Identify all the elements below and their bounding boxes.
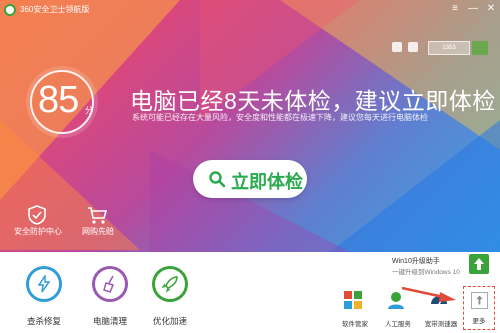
support-label: 人工服务: [385, 321, 411, 328]
shield-icon: [28, 205, 46, 225]
cart-icon: [88, 207, 108, 224]
broom-icon: [103, 275, 115, 293]
score-value: 85: [38, 79, 79, 121]
more-icon: [471, 292, 488, 309]
check-now-button[interactable]: 立即体检: [193, 160, 307, 198]
rocket-icon: [161, 276, 178, 293]
user-area: 1353: [388, 40, 488, 56]
skin-icon[interactable]: [392, 42, 402, 52]
software-manager-label: 软件管家: [342, 321, 368, 328]
cleanup-label: 电脑清理: [92, 316, 127, 326]
more-label: 更多: [472, 318, 486, 325]
arrow-up-icon: [474, 258, 484, 270]
annotation-arrow-icon: [401, 286, 456, 302]
app-title: 360安全卫士领航版: [20, 5, 90, 14]
close-button[interactable]: ✕: [485, 3, 497, 15]
lightning-icon: [37, 275, 51, 293]
software-manager-icon: [344, 291, 362, 309]
avatar[interactable]: [472, 41, 488, 55]
win10-subtitle: 一键升级到Windows 10: [392, 269, 460, 276]
title-bar: 360安全卫士领航版 ≡ — ✕: [0, 0, 500, 20]
cleanup-circle: [92, 266, 128, 302]
menu-button[interactable]: ≡: [449, 3, 461, 15]
user-level-box[interactable]: 1353: [428, 41, 470, 55]
search-icon: [209, 171, 226, 188]
shopping-guarantee-label: 网购先赔: [82, 227, 114, 236]
scan-repair-circle: [26, 266, 62, 302]
speedup-label: 优化加速: [152, 316, 187, 326]
speed-test-label: 宽带测速器: [424, 321, 458, 328]
speedup-circle: [152, 266, 188, 302]
app-logo-icon: [4, 4, 16, 16]
score-unit: 分: [85, 106, 93, 115]
minimize-button[interactable]: —: [467, 3, 479, 15]
win10-upgrade-button[interactable]: [469, 254, 489, 274]
win10-title[interactable]: Win10升级助手: [392, 256, 440, 266]
message-icon[interactable]: [408, 42, 418, 52]
headline: 电脑已经8天未体检，建议立即体检！: [130, 88, 500, 114]
scan-repair-label: 查杀修复: [26, 316, 61, 326]
subline: 系统可能已经存在大量风险，安全度和性能都在极速下降，建议您每天进行电脑体检: [132, 113, 428, 122]
security-center-label: 安全防护中心: [14, 227, 62, 236]
more-button[interactable]: 更多: [463, 286, 495, 330]
check-now-label: 立即体检: [231, 172, 303, 192]
